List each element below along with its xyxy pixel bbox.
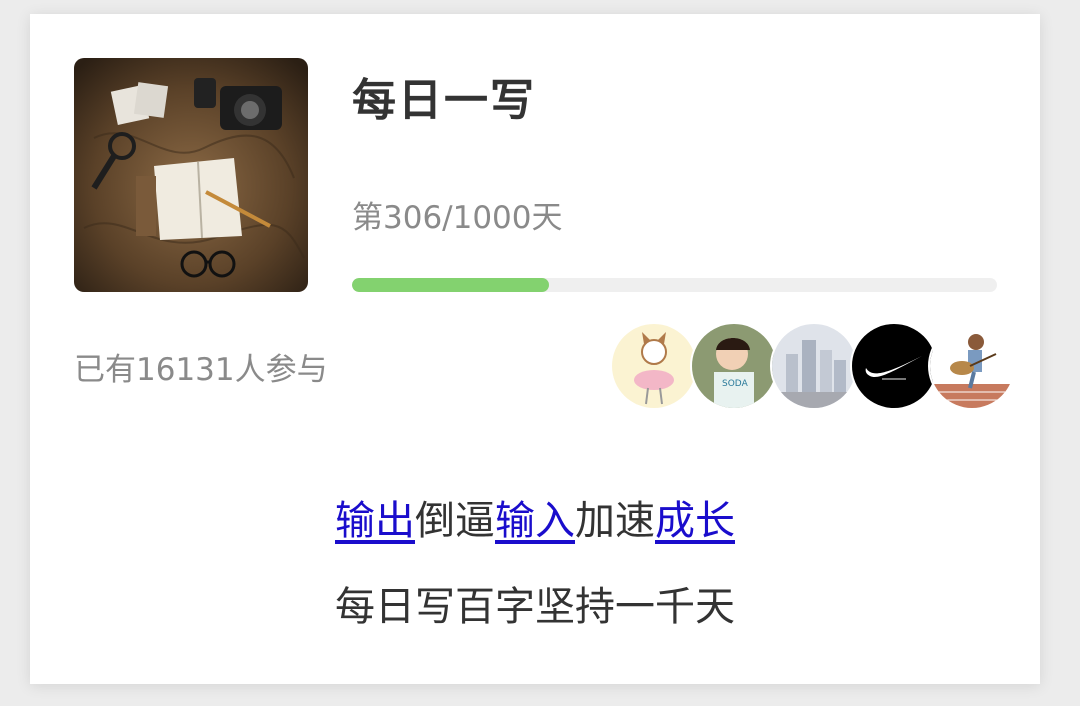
link-growth[interactable]: 成长 xyxy=(655,498,735,544)
progress-bar-fill xyxy=(352,278,550,292)
progress-text: 第306/1000天 xyxy=(352,200,563,236)
city-buildings-avatar xyxy=(772,324,856,408)
challenge-card[interactable]: 每日一写 第306/1000天 已有16131人参与 SODA 输出倒逼输入加速… xyxy=(30,14,1040,684)
slogan-line-1: 输出倒逼输入加速成长 xyxy=(30,488,1040,546)
participant-avatars[interactable]: SODA xyxy=(610,322,1016,410)
journal-camera-map-icon xyxy=(74,58,308,292)
swoosh-logo-avatar xyxy=(852,324,936,408)
slogan-text-1: 倒逼 xyxy=(415,498,495,544)
slogan-line-2: 每日写百字坚持一千天 xyxy=(335,584,735,630)
participant-avatar[interactable] xyxy=(928,322,1016,410)
participant-avatar[interactable] xyxy=(610,322,698,410)
slogan-text-2: 加速 xyxy=(575,498,655,544)
progress-bar xyxy=(352,278,997,292)
svg-text:SODA: SODA xyxy=(722,379,749,389)
girl-guitar-illustration-avatar xyxy=(930,324,1014,408)
participants-count: 已有16131人参与 xyxy=(74,352,328,388)
participant-avatar[interactable]: SODA xyxy=(690,322,778,410)
participant-avatar[interactable] xyxy=(850,322,938,410)
cartoon-cat-ballerina-avatar xyxy=(612,324,696,408)
child-soda-shirt-avatar: SODA xyxy=(692,324,776,408)
participant-avatar[interactable] xyxy=(770,322,858,410)
link-input[interactable]: 输入 xyxy=(495,498,575,544)
link-output[interactable]: 输出 xyxy=(335,498,415,544)
cover-image[interactable] xyxy=(74,58,308,292)
challenge-title: 每日一写 xyxy=(352,75,536,126)
